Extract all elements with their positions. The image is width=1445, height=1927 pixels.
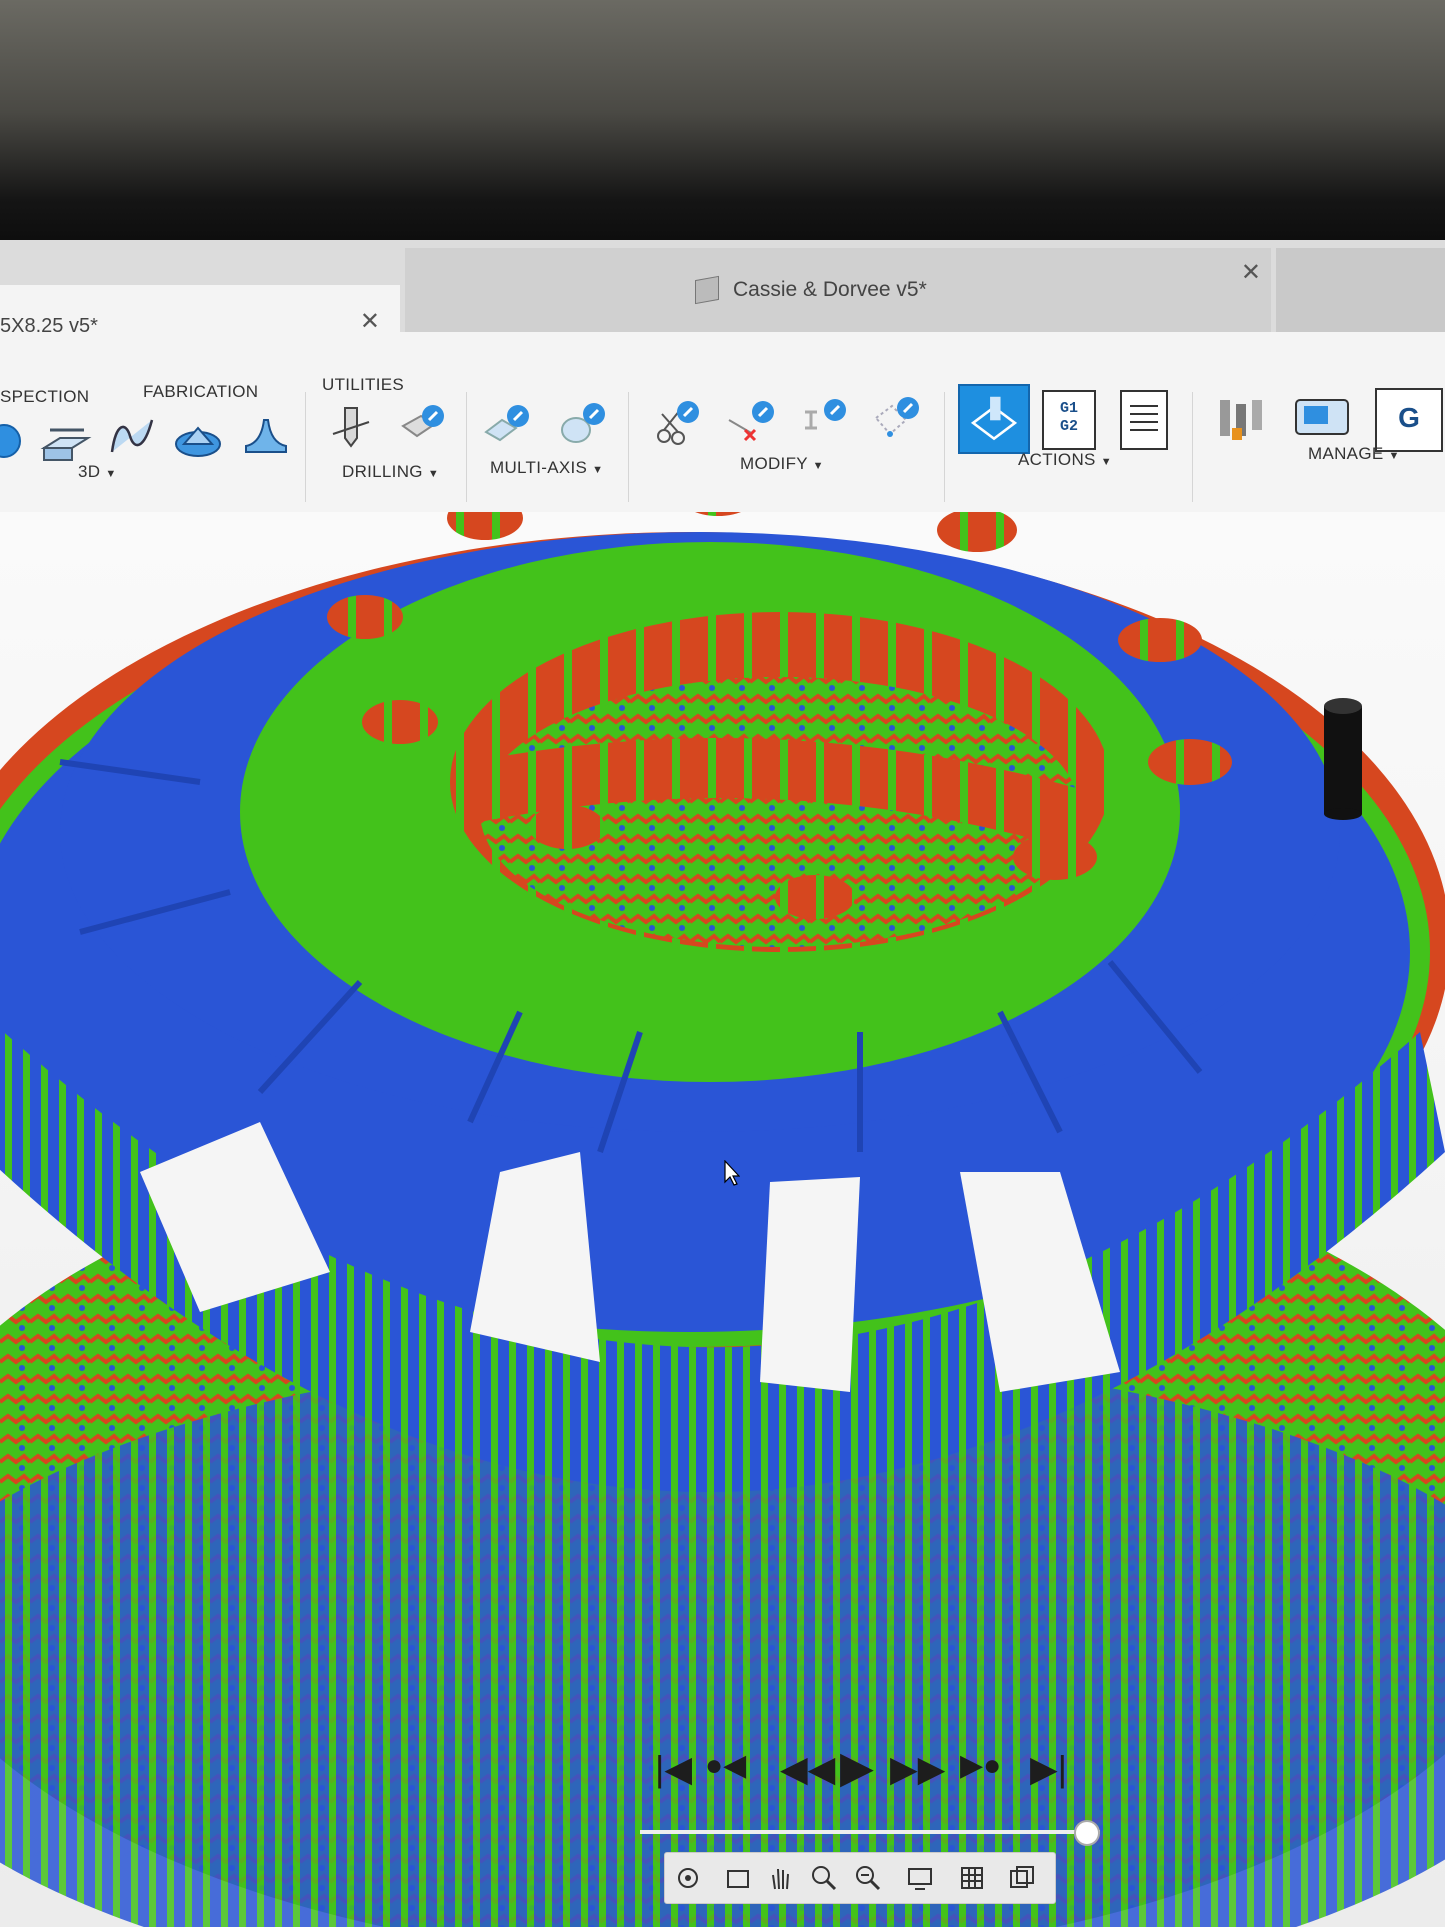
group-multiaxis-label[interactable]: MULTI-AXIS ▼ (490, 458, 603, 478)
simulation-viewport[interactable] (0, 512, 1445, 1927)
contour-icon[interactable] (106, 414, 158, 460)
go-to-end-button[interactable]: ▶| (1030, 1748, 1067, 1790)
timeline-slider-handle[interactable] (1074, 1820, 1100, 1846)
group-3d-label[interactable]: 3D ▼ (78, 462, 117, 482)
edit-nodes-icon[interactable] (870, 396, 922, 442)
next-operation-button[interactable]: ▶● (960, 1748, 1001, 1783)
drill-icon[interactable] (325, 404, 377, 450)
document-tab-bar: 5X8.25 v5* ✕ Cassie & Dorvee v5* ✕ (0, 240, 1445, 337)
orbit-icon[interactable] (673, 1863, 703, 1893)
g1-label: G1 (1059, 400, 1078, 417)
document-tab-partial[interactable] (1276, 248, 1445, 332)
look-at-icon[interactable] (723, 1863, 753, 1893)
wheel-stock-simulation (0, 512, 1445, 1927)
separator (944, 392, 945, 502)
step-back-button[interactable]: ◀◀ (780, 1748, 835, 1790)
step-forward-button[interactable]: ▶▶ (890, 1748, 945, 1790)
document-icon (695, 275, 719, 305)
tool-library-icon[interactable] (1212, 392, 1272, 448)
parallel-icon[interactable] (172, 416, 224, 462)
go-to-start-button[interactable]: |◀ (655, 1748, 692, 1790)
group-manage-label[interactable]: MANAGE ▼ (1308, 444, 1400, 464)
separator (305, 392, 306, 502)
manufacture-toolbar: SPECTION FABRICATION UTILITIES 3D ▼ DRIL… (0, 332, 1445, 513)
trim-icon[interactable] (650, 400, 702, 446)
document-tab-5x825[interactable]: 5X8.25 v5* ✕ (0, 285, 400, 337)
tab-inspection[interactable]: SPECTION (0, 387, 89, 407)
pan-icon[interactable] (765, 1863, 795, 1893)
fit-icon[interactable] (853, 1863, 883, 1893)
tab-label: Cassie & Dorvee v5* (733, 278, 927, 301)
scallop-icon[interactable] (240, 412, 292, 458)
document-tab-cassie-dorvee[interactable]: Cassie & Dorvee v5* ✕ (405, 248, 1271, 332)
delete-passes-icon[interactable] (725, 400, 777, 446)
g2-label: G2 (1059, 418, 1078, 435)
simulation-timeline[interactable] (640, 1820, 1100, 1846)
previous-operation-button[interactable]: ●◀ (705, 1748, 746, 1783)
adaptive-clearing-icon[interactable] (0, 417, 32, 463)
timeline-progress (640, 1830, 1100, 1834)
multiaxis-contour-icon[interactable] (556, 400, 608, 446)
post-library-label: G (1398, 402, 1420, 433)
swarf-icon[interactable] (480, 402, 532, 448)
tab-fabrication[interactable]: FABRICATION (143, 382, 258, 402)
modify-passes-icon[interactable] (797, 398, 849, 444)
navigation-bar (664, 1852, 1056, 1904)
machine-library-icon[interactable] (1292, 392, 1352, 442)
play-button[interactable]: ▶ (840, 1742, 874, 1793)
group-actions-label[interactable]: ACTIONS ▼ (1018, 450, 1112, 470)
simulate-button[interactable] (958, 384, 1030, 454)
hole-recognition-icon[interactable] (395, 402, 447, 448)
simulation-playback-controls: |◀ ●◀ ◀◀ ▶ ▶▶ ▶● ▶| (640, 1743, 1090, 1808)
group-modify-label[interactable]: MODIFY ▼ (740, 454, 824, 474)
zoom-icon[interactable] (809, 1863, 839, 1893)
viewports-icon[interactable] (1007, 1863, 1037, 1893)
post-process-button[interactable]: G1 G2 (1042, 390, 1096, 450)
post-library-icon[interactable]: G (1375, 388, 1443, 452)
cutting-tool (1324, 698, 1362, 820)
separator (1192, 392, 1193, 502)
grid-icon[interactable] (957, 1863, 987, 1893)
setup-sheet-button[interactable] (1120, 390, 1168, 450)
display-settings-icon[interactable] (905, 1863, 935, 1893)
separator (628, 392, 629, 502)
mouse-cursor-icon (724, 1160, 740, 1186)
close-tab-icon[interactable]: ✕ (1241, 258, 1261, 287)
pocket-clearing-icon[interactable] (40, 418, 92, 464)
monitor-bezel (0, 0, 1445, 250)
tab-utilities[interactable]: UTILITIES (322, 375, 404, 395)
separator (466, 392, 467, 502)
group-drilling-label[interactable]: DRILLING ▼ (342, 462, 439, 482)
